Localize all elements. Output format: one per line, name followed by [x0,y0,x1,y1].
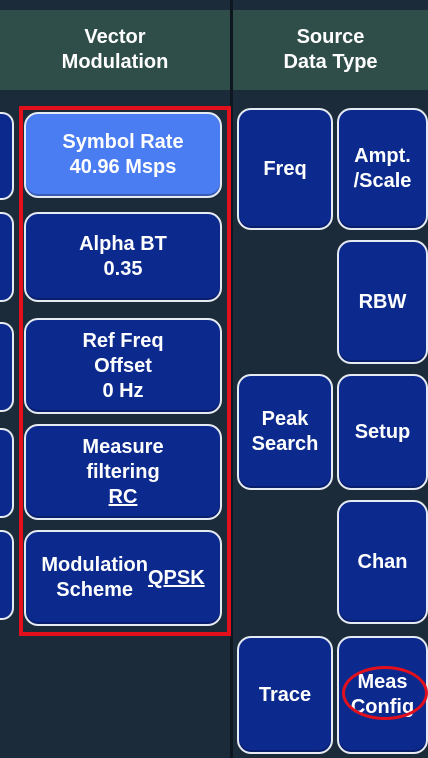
chan-button[interactable]: Chan [337,500,428,624]
ampt-scale-button[interactable]: Ampt. /Scale [337,108,428,230]
highlight-ellipse [342,666,428,720]
vector-modulation-header: Vector Modulation [0,10,230,90]
trace-button[interactable]: Trace [237,636,333,754]
rbw-button[interactable]: RBW [337,240,428,364]
left-edge-tab [0,428,14,518]
highlight-rectangle [19,106,231,636]
setup-button[interactable]: Setup [337,374,428,490]
left-edge-tab [0,112,14,200]
source-data-type-header: Source Data Type [233,10,428,90]
left-edge-tab [0,322,14,412]
peak-search-button[interactable]: Peak Search [237,374,333,490]
freq-button[interactable]: Freq [237,108,333,230]
left-edge-tab [0,212,14,302]
left-edge-tab [0,530,14,620]
